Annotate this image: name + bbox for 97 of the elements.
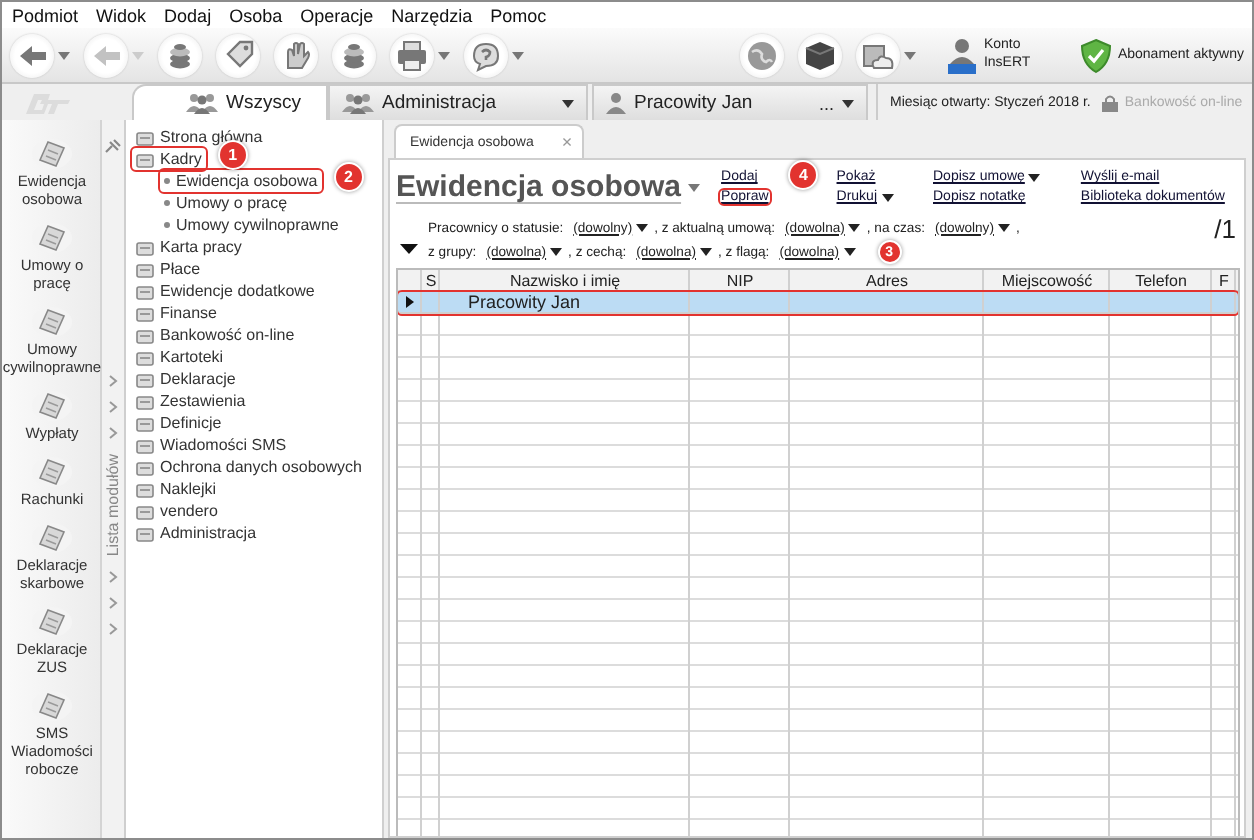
callout-badge: 4 — [788, 160, 819, 190]
module-icon — [136, 503, 154, 519]
bullet-icon — [164, 178, 170, 184]
caret-icon — [438, 51, 450, 59]
toolbar-button[interactable] — [855, 33, 916, 77]
lock-icon — [1102, 93, 1119, 111]
tree-item[interactable]: Naklejki — [132, 478, 221, 500]
user-icon — [945, 35, 978, 75]
logo-icon — [22, 90, 74, 118]
caret-icon — [562, 99, 574, 107]
caret-icon — [843, 248, 856, 256]
caret-icon — [848, 224, 861, 232]
people-icon — [342, 92, 374, 114]
caret-icon — [903, 51, 916, 59]
tree-item[interactable]: Kartoteki — [132, 346, 228, 368]
tab[interactable]: Administracja — [328, 84, 588, 120]
caret-icon — [132, 51, 144, 59]
caret-icon — [512, 51, 524, 59]
tree-item[interactable]: Deklaracje — [132, 368, 240, 390]
tree-item[interactable]: Płace — [132, 258, 205, 280]
module-icon — [136, 349, 154, 365]
pin-icon — [104, 138, 122, 154]
shield-check-icon — [1079, 37, 1112, 73]
toolbar-button[interactable] — [158, 33, 202, 77]
tree-item[interactable]: Wiadomości SMS — [132, 434, 291, 456]
tree-item[interactable]: Ewidencje dodatkowe — [132, 280, 319, 302]
toolbar-button[interactable] — [332, 33, 376, 77]
column-header[interactable]: Miejscowość — [984, 270, 1110, 290]
module-icon — [136, 415, 154, 431]
globe-icon — [743, 37, 780, 73]
tree-item[interactable]: Karta pracy — [132, 236, 246, 258]
menu-item[interactable]: Osoba — [221, 5, 293, 25]
module-icon — [136, 371, 154, 387]
speech-bubble-icon — [468, 37, 504, 73]
column-header[interactable]: F — [1212, 270, 1236, 290]
column-header[interactable]: Telefon — [1110, 270, 1212, 290]
table-cell: Pracowity Jan — [468, 292, 581, 312]
column-header[interactable]: S — [422, 270, 440, 290]
tab[interactable]: Pracowity Jan ... — [592, 84, 868, 120]
person-icon — [606, 92, 626, 114]
menu-item[interactable]: Podmiot — [4, 5, 89, 25]
caret-icon — [842, 99, 854, 107]
module-icon — [136, 525, 154, 541]
column-header[interactable]: NIP — [690, 270, 790, 290]
tree-item[interactable]: Zestawienia — [132, 390, 250, 412]
module-icon — [136, 151, 154, 167]
toolbar-button[interactable] — [274, 33, 318, 77]
people-icon — [186, 92, 218, 114]
menu-item[interactable]: Narzędzia — [383, 5, 483, 25]
bullet-icon — [164, 222, 170, 228]
toolbar-button[interactable] — [216, 33, 260, 77]
tree-item[interactable]: Bankowość on-line — [132, 324, 299, 346]
tree-item[interactable]: Definicje — [132, 412, 226, 434]
callout-badge: 2 — [333, 162, 364, 192]
row-pointer-icon — [406, 296, 414, 308]
module-icon — [136, 393, 154, 409]
tree-item[interactable]: vendero — [132, 500, 222, 522]
tree-item[interactable]: Umowy o pracę — [160, 192, 292, 214]
printer-icon — [394, 37, 430, 73]
menu-item[interactable]: Operacje — [292, 5, 384, 25]
collapse-triangle-icon — [400, 244, 418, 254]
module-icon — [136, 239, 154, 255]
module-icon — [136, 327, 154, 343]
caret-icon — [997, 224, 1010, 232]
table-row[interactable]: Pracowity Jan — [398, 292, 1238, 314]
column-header[interactable]: Nazwisko i imię — [440, 270, 690, 290]
module-icon — [136, 437, 154, 453]
toolbar-button[interactable] — [797, 33, 842, 77]
caret-icon — [700, 248, 712, 256]
caret-icon — [687, 183, 700, 191]
caret-icon — [550, 248, 563, 256]
tree-item[interactable]: Administracja — [132, 522, 261, 544]
view-menu-button[interactable]: Ewidencja osobowa — [396, 170, 700, 204]
module-icon — [136, 261, 154, 277]
tree-item[interactable]: Ochrona danych osobowych — [132, 456, 366, 478]
tab[interactable]: Wszyscy — [132, 84, 328, 120]
column-header[interactable]: Adres — [790, 270, 984, 290]
bullet-icon — [164, 200, 170, 206]
toolbar-button[interactable] — [10, 33, 70, 77]
tree-item[interactable]: Finanse — [132, 302, 221, 324]
caret-icon — [636, 224, 649, 232]
toolbar-button[interactable] — [390, 33, 450, 77]
caret-icon — [881, 193, 893, 201]
menu-item[interactable]: Pomoc — [482, 5, 557, 25]
module-icon — [136, 305, 154, 321]
cube-icon — [801, 37, 838, 73]
module-icon — [136, 283, 154, 299]
toolbar-button[interactable] — [464, 33, 524, 77]
record-count: /1 — [1214, 214, 1236, 244]
menu-item[interactable]: Widok — [88, 5, 157, 25]
caret-icon — [58, 51, 70, 59]
caret-icon — [1028, 173, 1041, 181]
menu-item[interactable]: Dodaj — [156, 5, 222, 25]
module-icon — [136, 129, 154, 145]
module-icon — [136, 481, 154, 497]
module-icon — [136, 459, 154, 475]
tree-item[interactable]: Umowy cywilnoprawne — [160, 214, 343, 236]
